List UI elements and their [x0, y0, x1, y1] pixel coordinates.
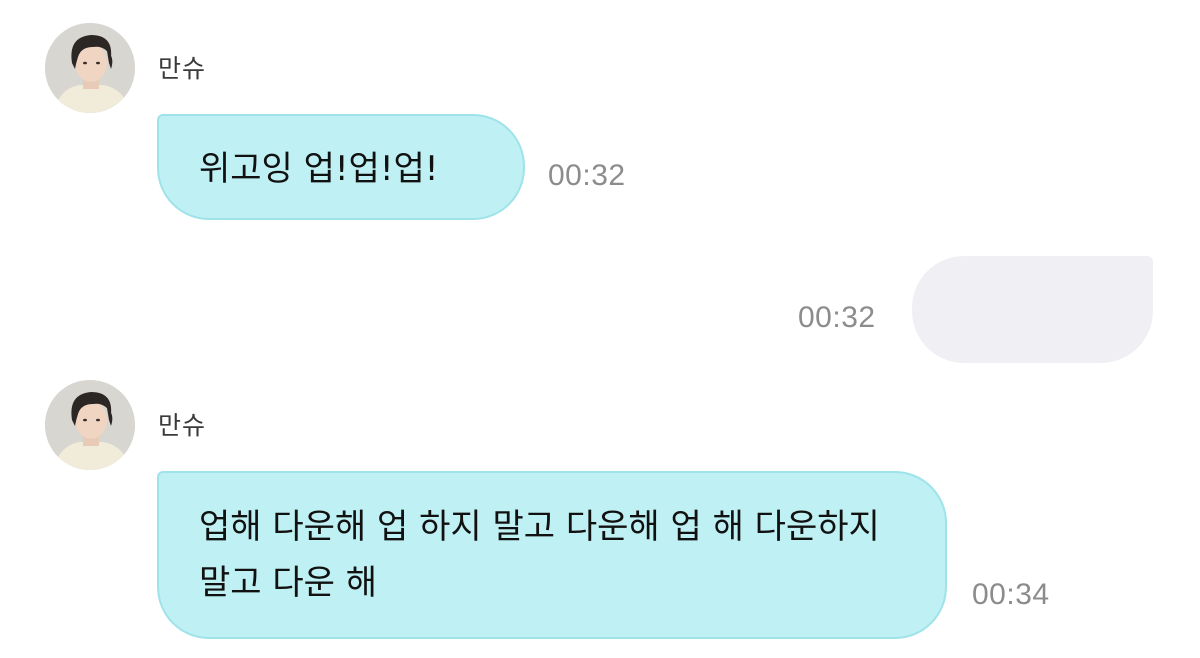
outgoing-message-bubble[interactable]: [912, 256, 1153, 363]
sender-name: 만슈: [158, 54, 207, 83]
message-text: 업해 다운해 업 하지 말고 다운해 업 해 다운하지 말고 다운 해: [199, 507, 880, 603]
sender-avatar[interactable]: [45, 23, 135, 113]
profile-photo-icon: [45, 23, 135, 113]
message-timestamp: 00:32: [548, 159, 626, 192]
sender-avatar[interactable]: [45, 380, 135, 470]
message-timestamp: 00:32: [798, 301, 876, 334]
sender-name: 만슈: [158, 411, 207, 440]
incoming-message-bubble[interactable]: 업해 다운해 업 하지 말고 다운해 업 해 다운하지 말고 다운 해: [157, 471, 947, 639]
profile-photo-icon: [45, 380, 135, 470]
message-timestamp: 00:34: [972, 578, 1050, 611]
incoming-message-bubble[interactable]: 위고잉 업!업!업!: [157, 114, 525, 220]
message-text: 위고잉 업!업!업!: [199, 149, 439, 189]
